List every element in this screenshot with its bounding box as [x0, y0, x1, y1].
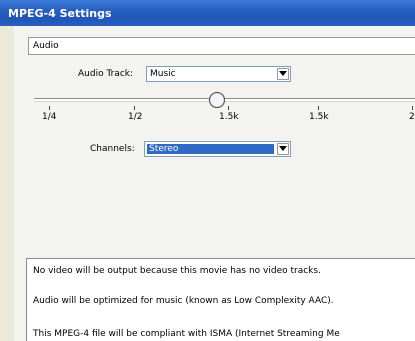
- window-title: MPEG-4 Settings: [8, 7, 112, 20]
- chevron-down-icon[interactable]: [277, 68, 289, 80]
- title-bar: MPEG-4 Settings: [0, 0, 415, 26]
- audio-track-value: Music: [150, 69, 176, 79]
- info-message-box: No video will be output because this mov…: [26, 258, 415, 341]
- slider-tick: [228, 106, 229, 110]
- info-message: This MPEG-4 file will be compliant with …: [33, 329, 340, 339]
- section-dropdown[interactable]: Audio: [28, 37, 415, 55]
- section-value: Audio: [33, 41, 59, 51]
- audio-track-select[interactable]: Music: [146, 66, 291, 82]
- channels-value: Stereo: [149, 144, 179, 154]
- slider-tick: [412, 106, 413, 110]
- channels-label: Channels:: [90, 144, 135, 154]
- audio-track-label: Audio Track:: [78, 69, 134, 79]
- channels-selection-highlight: Stereo: [147, 144, 274, 154]
- slider-tick: [49, 106, 50, 110]
- chevron-down-icon[interactable]: [277, 143, 289, 155]
- info-message: Audio will be optimized for music (known…: [33, 296, 334, 306]
- slider-tick: [134, 106, 135, 110]
- quality-slider-thumb[interactable]: [208, 91, 226, 109]
- slider-tick-label: 2: [409, 112, 415, 122]
- channels-select[interactable]: Stereo: [144, 141, 291, 157]
- slider-tick-label: 1/2: [128, 112, 143, 122]
- slider-tick-label: 1/4: [42, 112, 57, 122]
- slider-tick-label: 1.5k: [219, 112, 239, 122]
- slider-tick: [318, 106, 319, 110]
- slider-tick-label: 1.5k: [309, 112, 329, 122]
- info-message: No video will be output because this mov…: [33, 266, 321, 276]
